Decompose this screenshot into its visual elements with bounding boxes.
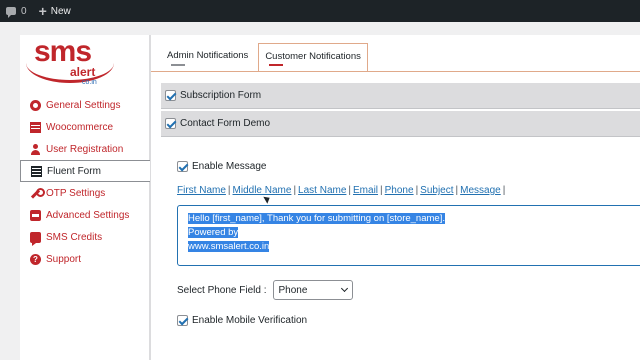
token-last-name[interactable]: Last Name — [298, 185, 346, 196]
message-textarea[interactable]: Hello [first_name], Thank you for submit… — [177, 205, 640, 266]
advanced-icon — [30, 209, 41, 221]
table-icon — [30, 121, 41, 133]
token-separator: | — [348, 185, 352, 196]
accordion-label: Subscription Form — [180, 90, 262, 101]
message-line: Hello [first_name], Thank you for submit… — [188, 212, 636, 226]
tab-label: Customer Notifications — [265, 51, 361, 62]
sidebar-item-woocommerce[interactable]: Woocommerce — [20, 116, 150, 138]
phone-field-label: Select Phone Field : — [177, 284, 267, 296]
mobile-verification-checkbox[interactable] — [177, 315, 188, 326]
enable-message-label: Enable Message — [192, 161, 267, 172]
sidebar-item-label: Woocommerce — [46, 121, 114, 133]
sidebar-item-advanced-settings[interactable]: Advanced Settings — [20, 204, 150, 226]
tab-label: Admin Notifications — [167, 50, 249, 61]
form-icon — [31, 165, 42, 177]
enable-message-checkbox[interactable] — [177, 161, 188, 172]
notification-tabs: Admin Notifications Customer Notificatio… — [161, 43, 368, 71]
comments-link[interactable]: 0 — [0, 0, 33, 22]
token-separator: | — [293, 185, 297, 196]
logo-sms-text: sms — [34, 35, 92, 68]
logo-alert-text: alert — [70, 65, 96, 79]
main-panel: Admin Notifications Customer Notificatio… — [150, 35, 640, 360]
help-icon: ? — [30, 253, 41, 265]
token-first-name[interactable]: First Name — [177, 185, 226, 196]
sidebar-item-label: SMS Credits — [46, 231, 103, 243]
comments-count: 0 — [21, 5, 27, 17]
chevron-down-icon — [340, 284, 348, 293]
enable-message-row: Enable Message — [177, 161, 267, 172]
token-separator: | — [227, 185, 231, 196]
sidebar-item-sms-credits[interactable]: SMS Credits — [20, 226, 150, 248]
token-middle-name[interactable]: Middle Name — [233, 185, 292, 196]
sidebar-item-label: Advanced Settings — [46, 209, 130, 221]
token-separator: | — [455, 185, 459, 196]
gear-icon — [30, 99, 41, 111]
sidebar-item-label: Support — [46, 253, 82, 265]
tab-admin-notifications[interactable]: Admin Notifications — [161, 43, 254, 71]
new-content-link[interactable]: + New — [33, 0, 77, 22]
subscription-form-checkbox[interactable] — [165, 90, 176, 101]
sidebar-item-otp-settings[interactable]: OTP Settings — [20, 182, 150, 204]
tab-underline — [269, 64, 284, 66]
token-links: First Name | Middle Name | Last Name | Email | P… — [177, 185, 507, 196]
mobile-verification-label: Enable Mobile Verification — [192, 315, 308, 326]
sidebar-item-label: User Registration — [46, 143, 124, 155]
sidebar-menu: General Settings Woocommerce User Regist… — [20, 94, 151, 270]
phone-field-row: Select Phone Field : Phone — [177, 280, 353, 300]
message-line-text: Powered by — [188, 227, 239, 238]
token-separator: | — [380, 185, 383, 196]
accordion-subscription-form[interactable]: Subscription Form — [161, 83, 640, 109]
sms-alert-logo: sms alert co.in — [26, 35, 116, 91]
accordion-contact-form-demo[interactable]: Contact Form Demo — [161, 111, 640, 137]
contact-form-settings-panel: Enable Message First Name | Middle Name | La… — [161, 145, 640, 360]
contact-form-demo-checkbox[interactable] — [165, 118, 176, 129]
settings-sidebar: sms alert co.in General Settings Woocomm… — [20, 35, 151, 360]
plus-icon: + — [38, 3, 47, 19]
phone-field-value: Phone — [278, 284, 308, 296]
chat-icon — [30, 231, 41, 246]
tabs-divider — [151, 71, 640, 72]
new-label: New — [50, 5, 71, 17]
phone-field-select[interactable]: Phone — [272, 280, 353, 300]
token-email[interactable]: Email — [353, 185, 378, 196]
user-icon — [30, 143, 41, 155]
sidebar-item-support[interactable]: ? Support — [20, 248, 150, 270]
mobile-verification-row: Enable Mobile Verification — [177, 315, 307, 326]
sidebar-item-label: General Settings — [46, 99, 121, 111]
token-separator: | — [502, 185, 506, 196]
sidebar-item-user-registration[interactable]: User Registration — [20, 138, 150, 160]
logo-domain-text: co.in — [82, 79, 97, 86]
tab-customer-notifications[interactable]: Customer Notifications — [258, 43, 368, 71]
token-subject[interactable]: Subject — [420, 185, 453, 196]
sidebar-item-fluent-form[interactable]: Fluent Form — [20, 160, 151, 182]
message-line: Powered by — [188, 226, 636, 240]
token-separator: | — [415, 185, 419, 196]
sidebar-item-general-settings[interactable]: General Settings — [20, 94, 150, 116]
tab-underline — [171, 64, 185, 66]
sidebar-item-label: Fluent Form — [47, 165, 101, 177]
message-line: www.smsalert.co.in — [188, 240, 636, 254]
token-message[interactable]: Message — [460, 185, 501, 196]
comment-icon — [6, 7, 16, 18]
sidebar-item-label: OTP Settings — [46, 187, 106, 199]
wrench-icon — [30, 187, 45, 199]
admin-bar: 0 + New — [0, 0, 640, 22]
accordion-label: Contact Form Demo — [180, 118, 271, 129]
message-line-text: www.smsalert.co.in — [188, 241, 270, 252]
token-phone[interactable]: Phone — [385, 185, 414, 196]
message-line-text: Hello [first_name], Thank you for submit… — [188, 213, 445, 224]
